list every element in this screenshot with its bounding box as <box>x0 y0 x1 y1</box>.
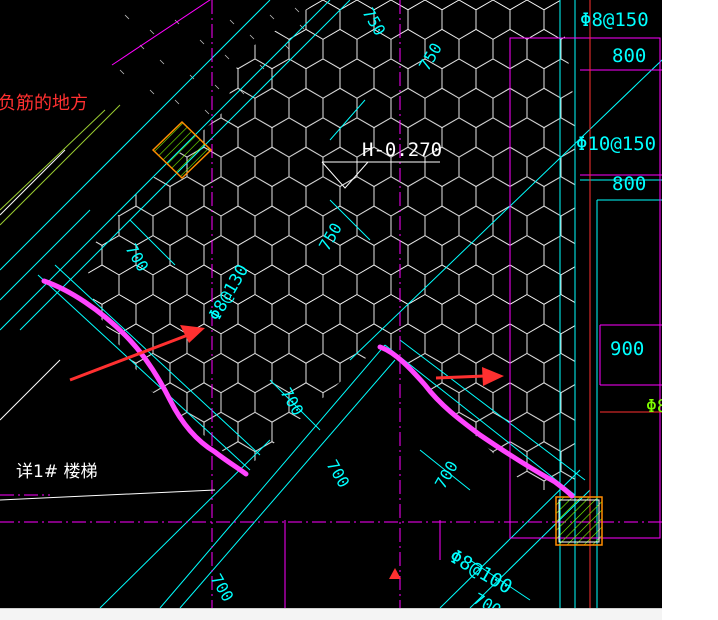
cad-viewport[interactable]: 负筋的地方 H-0.270 详1# 楼梯 Φ8@150 Φ10@150 Φ8@1… <box>0 0 662 608</box>
elevation-text: H-0.270 <box>362 139 442 161</box>
dim-label-10: 700 <box>207 571 238 606</box>
rebar-label-0: Φ8@150 <box>580 9 649 31</box>
cad-drawing: 负筋的地方 H-0.270 详1# 楼梯 Φ8@150 Φ10@150 Φ8@1… <box>0 0 662 608</box>
column-bottom <box>555 496 603 546</box>
dim-label-2: 900 <box>610 338 644 360</box>
dim-label-0: 800 <box>612 45 646 67</box>
stair-label-text: 详1# 楼梯 <box>16 462 97 482</box>
dim-label-8: 700 <box>323 457 354 492</box>
dim-label-1: 800 <box>612 173 646 195</box>
note-red-text: 负筋的地方 <box>0 93 88 114</box>
red-triangle-icon <box>389 568 401 579</box>
rebar-label-1: Φ10@150 <box>576 133 656 155</box>
side-panel <box>662 0 718 619</box>
bottom-strip <box>0 608 662 620</box>
rebar-label-4: Φ8 <box>646 396 662 417</box>
